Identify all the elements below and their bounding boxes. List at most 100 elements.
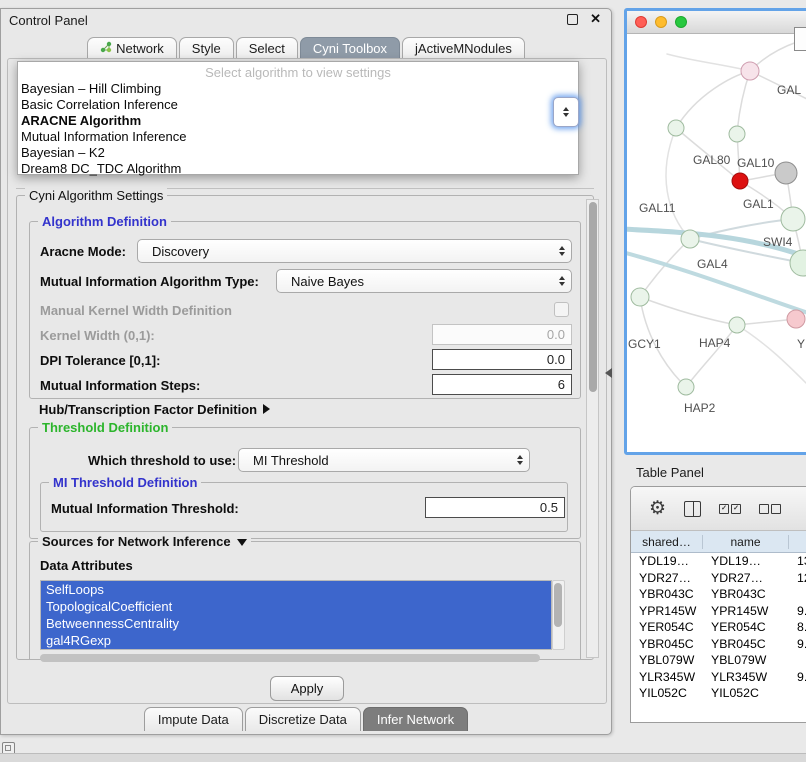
columns-icon[interactable] <box>684 501 701 517</box>
table-cell: 9. <box>789 637 806 651</box>
mi-threshold-field[interactable] <box>425 497 565 518</box>
settings-vertical-scrollbar[interactable] <box>586 199 599 658</box>
close-traffic-light-icon[interactable] <box>635 16 647 28</box>
network-node[interactable] <box>729 126 745 142</box>
panel-collapse-arrow-icon[interactable] <box>605 368 612 378</box>
attribute-item-gal4rgexp[interactable]: gal4RGexp <box>41 632 551 649</box>
unchecked-box-icon <box>771 504 781 514</box>
algorithm-option-basic-correlation-inference[interactable]: Basic Correlation Inference <box>18 97 578 113</box>
data-attributes-list[interactable]: SelfLoopsTopologicalCoefficientBetweenne… <box>40 580 552 650</box>
bottom-tab-discretize-data[interactable]: Discretize Data <box>245 707 361 731</box>
table-cell: 12 <box>789 571 806 585</box>
column-header-name[interactable]: name <box>703 535 789 549</box>
aracne-mode-select[interactable]: Discovery <box>137 239 572 263</box>
list-horizontal-scrollbar[interactable] <box>40 654 540 662</box>
network-node[interactable] <box>787 310 805 328</box>
aracne-mode-value: Discovery <box>152 244 209 259</box>
table-row[interactable]: YBR045CYBR045C9. <box>631 636 806 653</box>
table-body: YDL19…YDL19…13YDR27…YDR27…12YBR043CYBR04… <box>631 553 806 702</box>
network-edge <box>737 325 806 384</box>
algorithm-option-aracne-algorithm[interactable]: ARACNE Algorithm <box>18 113 578 129</box>
which-threshold-select[interactable]: MI Threshold <box>238 448 530 472</box>
network-tab-icon <box>100 41 112 57</box>
network-edge <box>666 128 690 239</box>
table-cell: YDR27… <box>703 571 789 585</box>
close-icon[interactable]: ✕ <box>590 13 601 25</box>
table-row[interactable]: YLR345WYLR345W9. <box>631 669 806 686</box>
tab-cyni-toolbox[interactable]: Cyni Toolbox <box>300 37 400 60</box>
table-cell: YDL19… <box>631 554 703 568</box>
network-node[interactable] <box>775 162 797 184</box>
table-row[interactable]: YBL079WYBL079W <box>631 652 806 669</box>
tab-label: Select <box>249 41 285 57</box>
algorithm-combo-button[interactable] <box>553 97 579 127</box>
gear-icon[interactable]: ⚙ <box>649 499 666 518</box>
select-all-icon[interactable]: ✓✓ <box>719 504 741 514</box>
attribute-item-selfloops[interactable]: SelfLoops <box>41 581 551 598</box>
table-cell: YBL079W <box>703 653 789 667</box>
deselect-all-icon[interactable] <box>759 504 781 514</box>
apply-button[interactable]: Apply <box>270 676 344 701</box>
window-controls: ✕ <box>567 13 601 25</box>
minimize-traffic-light-icon[interactable] <box>655 16 667 28</box>
algorithm-option-bayesian-k2[interactable]: Bayesian – K2 <box>18 145 578 161</box>
window-title: Control Panel <box>9 13 88 28</box>
table-row[interactable]: YER054CYER054C8. <box>631 619 806 636</box>
algorithm-option-mutual-information-inference[interactable]: Mutual Information Inference <box>18 129 578 145</box>
algorithm-option-bayesian-hill-climbing[interactable]: Bayesian – Hill Climbing <box>18 81 578 97</box>
mi-steps-field[interactable] <box>432 374 572 395</box>
float-window-icon[interactable] <box>567 14 578 25</box>
network-node-label: HAP2 <box>684 401 716 415</box>
kernel-width-field[interactable] <box>432 324 572 345</box>
column-header-shared[interactable]: shared… <box>631 535 703 549</box>
attribute-item-topologicalcoefficient[interactable]: TopologicalCoefficient <box>41 598 551 615</box>
table-cell: 9. <box>789 670 806 684</box>
table-cell: YER054C <box>631 620 703 634</box>
network-canvas-svg: GALGAL80GAL10GAL11GAL1SWI4GAL4GCY1HAP4YH… <box>627 34 806 453</box>
attribute-item-betweennesscentrality[interactable]: BetweennessCentrality <box>41 615 551 632</box>
network-node[interactable] <box>681 230 699 248</box>
tab-jactivemnodules[interactable]: jActiveMNodules <box>402 37 525 60</box>
network-node-label: SWI4 <box>763 235 793 249</box>
network-overview-box[interactable] <box>794 27 806 51</box>
tab-select[interactable]: Select <box>236 37 298 60</box>
network-node[interactable] <box>732 173 748 189</box>
table-row[interactable]: YDL19…YDL19…13 <box>631 553 806 570</box>
manual-kernel-checkbox[interactable] <box>554 302 569 317</box>
collapse-down-icon <box>237 539 247 546</box>
dpi-tolerance-field[interactable] <box>432 349 572 370</box>
tab-style[interactable]: Style <box>179 37 234 60</box>
network-node[interactable] <box>678 379 694 395</box>
list-vertical-scrollbar[interactable] <box>552 580 565 650</box>
bottom-tab-impute-data[interactable]: Impute Data <box>144 707 243 731</box>
bottom-tab-infer-network[interactable]: Infer Network <box>363 707 468 731</box>
scrollbar-thumb[interactable] <box>589 202 597 392</box>
network-window-titlebar[interactable] <box>627 11 806 34</box>
network-node[interactable] <box>729 317 745 333</box>
network-node[interactable] <box>631 288 649 306</box>
checked-box-icon: ✓ <box>731 504 741 514</box>
table-cell: 8. <box>789 620 806 634</box>
network-node-label: Y <box>797 337 805 351</box>
mi-threshold-label: Mutual Information Threshold: <box>51 501 239 516</box>
sources-toggle[interactable]: Sources for Network Inference <box>38 534 251 549</box>
zoom-traffic-light-icon[interactable] <box>675 16 687 28</box>
algorithm-option-dream8-dc-tdc-algorithm[interactable]: Dream8 DC_TDC Algorithm <box>18 161 578 177</box>
network-node-label: GAL <box>777 83 801 97</box>
table-row[interactable]: YDR27…YDR27…12 <box>631 570 806 587</box>
hub-definition-toggle[interactable]: Hub/Transcription Factor Definition <box>39 402 270 417</box>
network-canvas[interactable]: GALGAL80GAL10GAL11GAL1SWI4GAL4GCY1HAP4YH… <box>627 34 806 453</box>
mi-type-select[interactable]: Naive Bayes <box>276 269 572 293</box>
tab-network[interactable]: Network <box>87 37 177 60</box>
network-node[interactable] <box>668 120 684 136</box>
network-node[interactable] <box>741 62 759 80</box>
tab-label: Style <box>192 41 221 57</box>
scrollbar-thumb[interactable] <box>554 583 562 627</box>
network-node[interactable] <box>781 207 805 231</box>
network-edge <box>667 54 750 71</box>
table-row[interactable]: YPR145WYPR145W9. <box>631 603 806 620</box>
aracne-mode-label: Aracne Mode: <box>40 244 126 259</box>
table-row[interactable]: YBR043CYBR043C <box>631 586 806 603</box>
table-row[interactable]: YIL052CYIL052C <box>631 685 806 702</box>
table-cell: YER054C <box>703 620 789 634</box>
